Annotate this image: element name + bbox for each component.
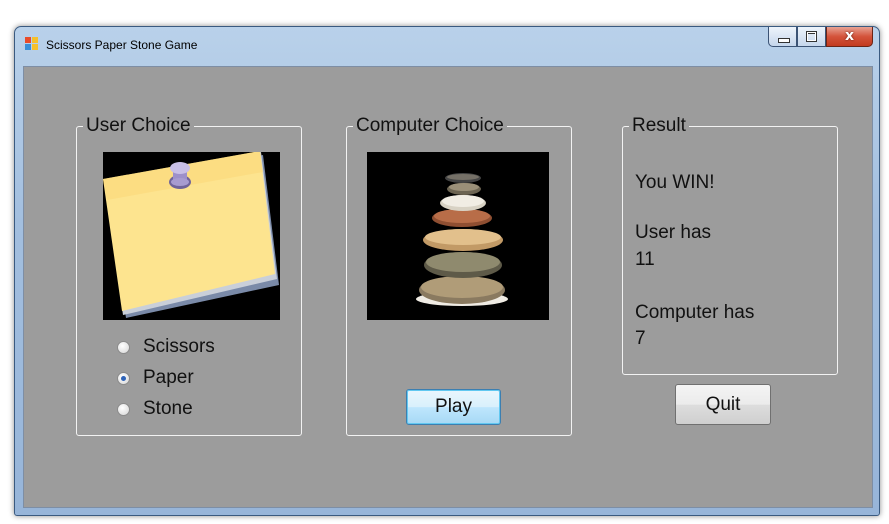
radio-scissors-button[interactable] — [117, 340, 130, 354]
caption-buttons: x — [768, 27, 873, 47]
radio-stone[interactable]: Stone — [117, 397, 193, 421]
sticky-note-icon — [103, 152, 280, 320]
title-bar[interactable]: Scissors Paper Stone Game x — [15, 27, 879, 59]
close-button[interactable]: x — [826, 27, 873, 47]
user-choice-group: User Choice Scissors Paper Stone — [76, 116, 302, 436]
user-score-label: User has — [635, 222, 712, 243]
radio-stone-button[interactable] — [117, 402, 130, 416]
user-score-value: 11 — [635, 249, 655, 270]
maximize-icon — [806, 31, 817, 42]
user-choice-image — [103, 152, 280, 320]
computer-choice-group: Computer Choice Play — [346, 116, 572, 436]
radio-stone-label[interactable]: Stone — [143, 398, 193, 420]
result-legend: Result — [629, 116, 689, 136]
window-title: Scissors Paper Stone Game — [46, 38, 198, 52]
radio-scissors-label[interactable]: Scissors — [143, 336, 215, 358]
client-area: User Choice Scissors Paper Stone Compute… — [23, 66, 873, 508]
maximize-button[interactable] — [797, 27, 826, 47]
radio-paper-label[interactable]: Paper — [143, 367, 194, 389]
result-group: Result You WIN! User has 11 Computer has… — [622, 116, 838, 375]
radio-paper[interactable]: Paper — [117, 366, 194, 390]
computer-score-label: Computer has — [635, 302, 755, 323]
radio-paper-button[interactable] — [117, 371, 130, 385]
close-icon: x — [844, 28, 855, 44]
app-window: Scissors Paper Stone Game x User Choice — [14, 26, 880, 516]
radio-scissors[interactable]: Scissors — [117, 335, 215, 359]
computer-choice-legend: Computer Choice — [353, 116, 507, 136]
play-button[interactable]: Play — [406, 389, 501, 425]
user-choice-legend: User Choice — [83, 116, 194, 136]
stones-icon — [367, 152, 549, 320]
quit-button[interactable]: Quit — [675, 384, 771, 425]
minimize-icon — [778, 38, 790, 43]
app-icon[interactable] — [25, 37, 39, 51]
result-outcome: You WIN! — [635, 172, 715, 193]
computer-choice-image — [367, 152, 549, 320]
minimize-button[interactable] — [768, 27, 797, 47]
computer-score-value: 7 — [635, 328, 646, 349]
